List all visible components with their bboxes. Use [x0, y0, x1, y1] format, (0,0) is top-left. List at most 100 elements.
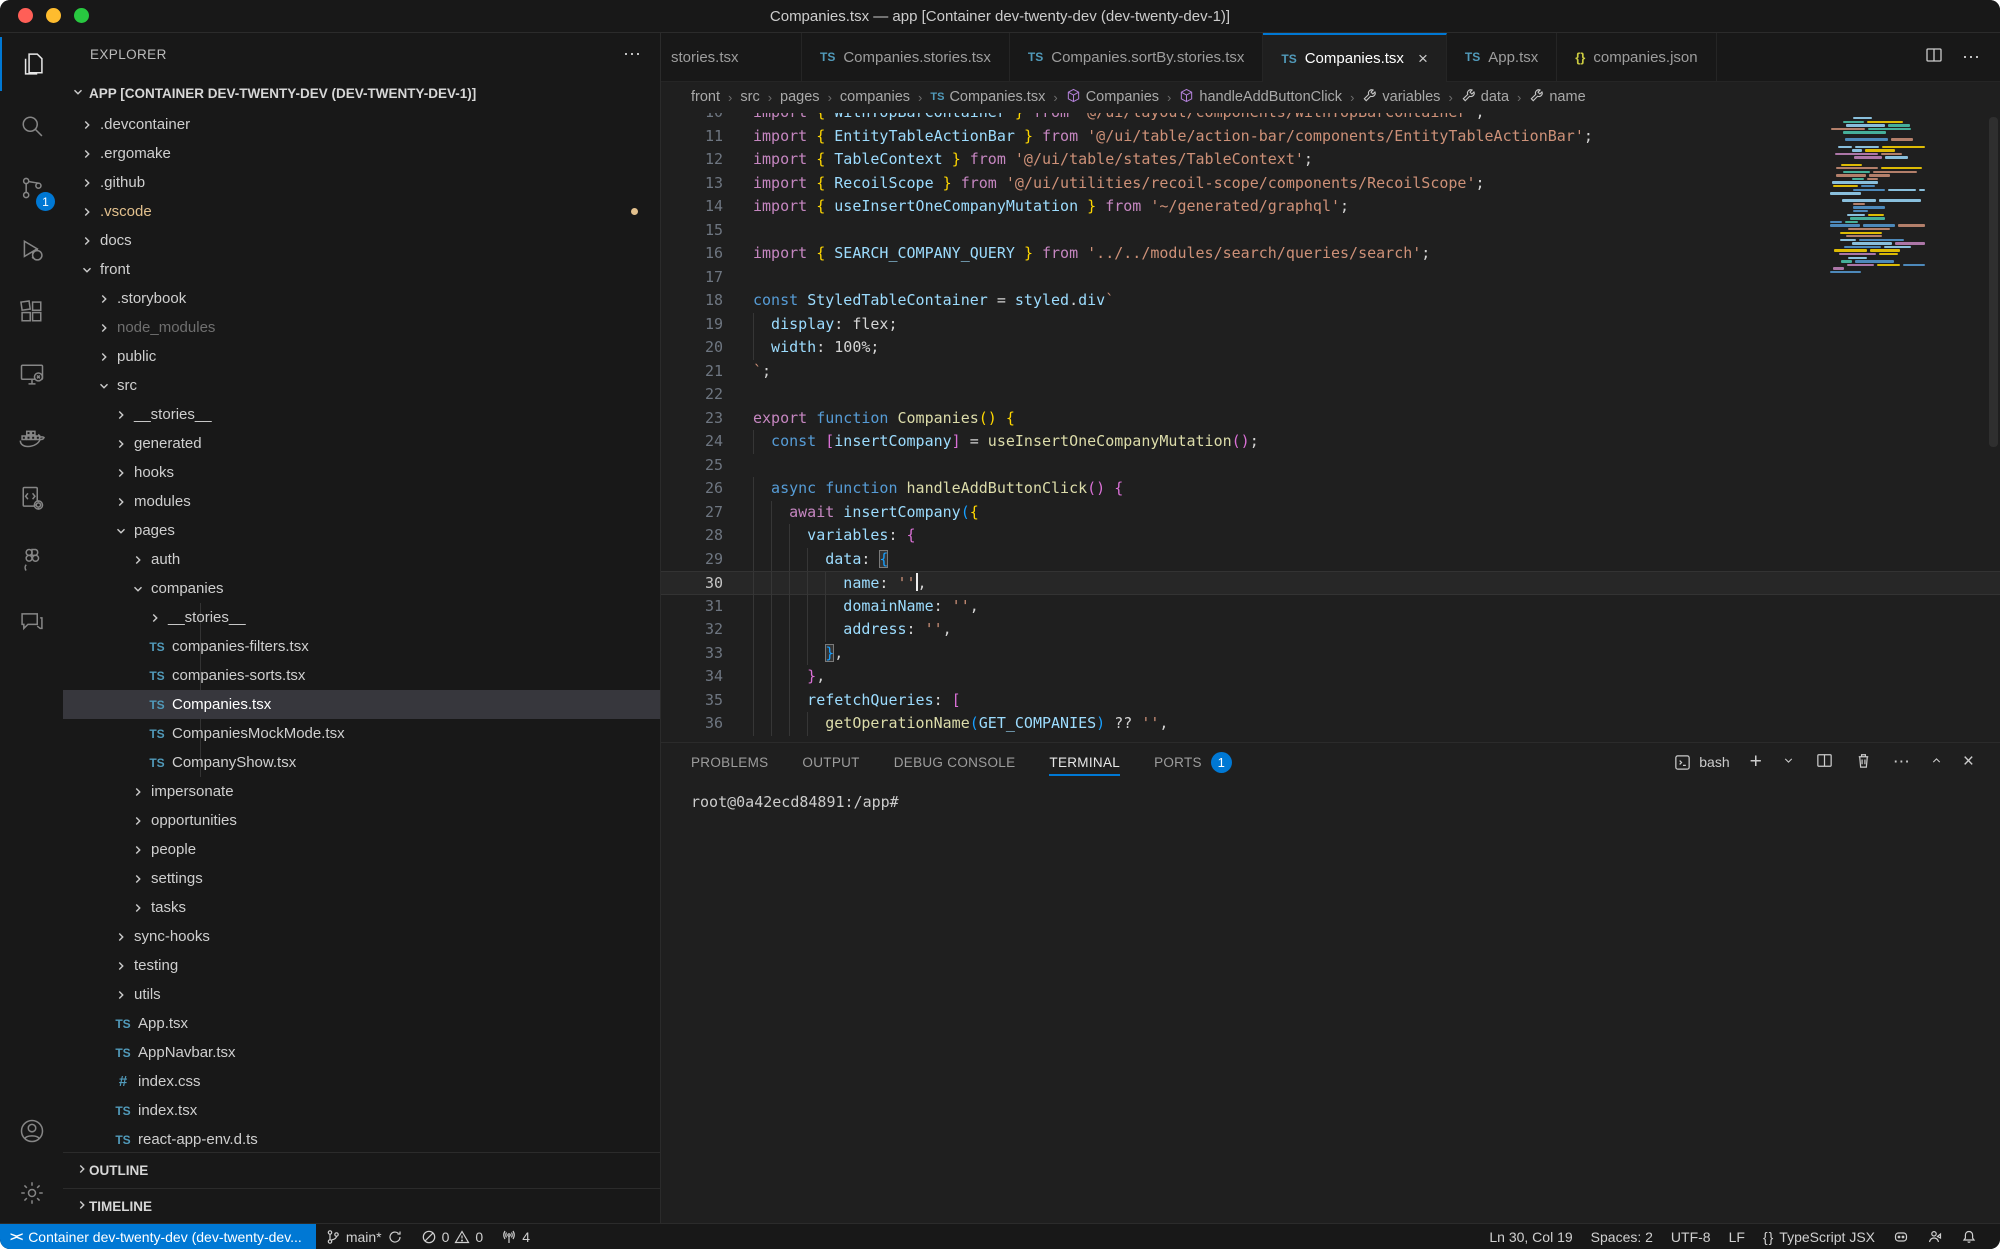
code-line-24[interactable]: 24const [insertCompany] = useInsertOneCo…: [661, 430, 2000, 454]
sidebar-item-ergomake[interactable]: .ergomake: [63, 139, 660, 168]
notifications-bell-icon[interactable]: [1952, 1229, 1986, 1245]
sidebar-item-tasks[interactable]: tasks: [63, 893, 660, 922]
code-line-30[interactable]: 30name: '',: [661, 571, 2000, 595]
activity-explorer-icon[interactable]: [0, 33, 63, 95]
code-line-18[interactable]: 18const StyledTableContainer = styled.di…: [661, 289, 2000, 313]
sidebar-item-index-css[interactable]: #index.css: [63, 1067, 660, 1096]
code-editor[interactable]: 10import { WithTopBarContainer } from '@…: [661, 113, 2000, 743]
title-bar[interactable]: Companies.tsx — app [Container dev-twent…: [0, 0, 2000, 33]
sidebar-item-companies[interactable]: companies: [63, 574, 660, 603]
split-terminal-icon[interactable]: [1815, 751, 1834, 773]
sidebar-item-companiesmockmode-tsx[interactable]: TSCompaniesMockMode.tsx: [63, 719, 660, 748]
sidebar-item-companies-filters-tsx[interactable]: TScompanies-filters.tsx: [63, 632, 660, 661]
breadcrumb-item-companies[interactable]: Companies: [1066, 88, 1159, 107]
activity-comments-icon[interactable]: [0, 591, 63, 653]
zoom-window-button[interactable]: [74, 8, 89, 23]
chevron-down-icon[interactable]: [1782, 754, 1795, 770]
sidebar-item-node-modules[interactable]: node_modules: [63, 313, 660, 342]
panel-more-icon[interactable]: ⋯: [1893, 752, 1910, 772]
activity-source-control-icon[interactable]: 1: [0, 157, 63, 219]
tab-companies-stories-tsx[interactable]: TSCompanies.stories.tsx: [802, 33, 1010, 81]
panel-tab-debug-console[interactable]: DEBUG CONSOLE: [894, 743, 1016, 781]
activity-account-icon[interactable]: [0, 1100, 63, 1162]
ports-status[interactable]: 4: [492, 1229, 539, 1245]
sidebar-item-opportunities[interactable]: opportunities: [63, 806, 660, 835]
code-line-12[interactable]: 12import { TableContext } from '@/ui/tab…: [661, 148, 2000, 172]
activity-api-client-icon[interactable]: [0, 467, 63, 529]
workspace-section-header[interactable]: APP [CONTAINER DEV-TWENTY-DEV (DEV-TWENT…: [63, 76, 660, 110]
code-line-14[interactable]: 14import { useInsertOneCompanyMutation }…: [661, 195, 2000, 219]
activity-docker-icon[interactable]: [0, 405, 63, 467]
tab-stories-tsx[interactable]: stories.tsx: [661, 33, 802, 81]
sidebar-item-people[interactable]: people: [63, 835, 660, 864]
sidebar-item-storybook[interactable]: .storybook: [63, 284, 660, 313]
maximize-panel-icon[interactable]: [1930, 754, 1943, 770]
breadcrumb-item-name[interactable]: name: [1529, 88, 1585, 107]
sidebar-item-utils[interactable]: utils: [63, 980, 660, 1009]
encoding[interactable]: UTF-8: [1662, 1229, 1720, 1245]
sidebar-item-companies-sorts-tsx[interactable]: TScompanies-sorts.tsx: [63, 661, 660, 690]
close-panel-icon[interactable]: ×: [1963, 751, 1974, 773]
panel-tab-ports[interactable]: PORTS1: [1154, 743, 1232, 781]
terminal-shell-label[interactable]: bash: [1673, 753, 1729, 772]
sidebar-item-devcontainer[interactable]: .devcontainer: [63, 110, 660, 139]
activity-figma-icon[interactable]: [0, 529, 63, 591]
sidebar-item-modules[interactable]: modules: [63, 487, 660, 516]
sidebar-item-hooks[interactable]: hooks: [63, 458, 660, 487]
copilot-icon[interactable]: [1884, 1229, 1918, 1245]
language-mode[interactable]: {} TypeScript JSX: [1754, 1229, 1884, 1245]
panel-tab-terminal[interactable]: TERMINAL: [1049, 743, 1120, 781]
explorer-more-icon[interactable]: ⋯: [623, 44, 642, 65]
minimize-window-button[interactable]: [46, 8, 61, 23]
activity-search-icon[interactable]: [0, 95, 63, 157]
code-line-16[interactable]: 16import { SEARCH_COMPANY_QUERY } from '…: [661, 242, 2000, 266]
sidebar-item-stories[interactable]: __stories__: [63, 400, 660, 429]
code-line-34[interactable]: 34},: [661, 665, 2000, 689]
code-line-29[interactable]: 29data: {: [661, 548, 2000, 572]
sidebar-item-front[interactable]: front: [63, 255, 660, 284]
breadcrumb-item-data[interactable]: data: [1461, 88, 1509, 107]
branch-status[interactable]: main*: [316, 1229, 412, 1245]
breadcrumb-item-companies-tsx[interactable]: TSCompanies.tsx: [930, 89, 1045, 105]
sidebar-item-generated[interactable]: generated: [63, 429, 660, 458]
sidebar-item-testing[interactable]: testing: [63, 951, 660, 980]
breadcrumb-item-variables[interactable]: variables: [1362, 88, 1440, 107]
breadcrumb-item-front[interactable]: front: [691, 89, 720, 105]
code-line-35[interactable]: 35refetchQueries: [: [661, 689, 2000, 713]
sidebar-item-app-tsx[interactable]: TSApp.tsx: [63, 1009, 660, 1038]
code-line-17[interactable]: 17: [661, 266, 2000, 290]
breadcrumb-item-pages[interactable]: pages: [780, 89, 820, 105]
code-line-23[interactable]: 23export function Companies() {: [661, 407, 2000, 431]
code-line-11[interactable]: 11import { EntityTableActionBar } from '…: [661, 125, 2000, 149]
panel-tab-output[interactable]: OUTPUT: [802, 743, 859, 781]
code-line-19[interactable]: 19display: flex;: [661, 313, 2000, 337]
activity-extensions-icon[interactable]: [0, 281, 63, 343]
panel-tab-problems[interactable]: PROBLEMS: [691, 743, 768, 781]
new-terminal-icon[interactable]: +: [1750, 750, 1762, 774]
sidebar-item-src[interactable]: src: [63, 371, 660, 400]
minimap[interactable]: [1830, 117, 1925, 274]
tab-companies-json[interactable]: {}companies.json: [1557, 33, 1716, 81]
cursor-position[interactable]: Ln 30, Col 19: [1480, 1229, 1581, 1245]
code-line-25[interactable]: 25: [661, 454, 2000, 478]
indentation[interactable]: Spaces: 2: [1582, 1229, 1662, 1245]
sidebar-item-stories[interactable]: __stories__: [63, 603, 660, 632]
code-line-15[interactable]: 15: [661, 219, 2000, 243]
sidebar-item-sync-hooks[interactable]: sync-hooks: [63, 922, 660, 951]
sidebar-item-companies-tsx[interactable]: TSCompanies.tsx: [63, 690, 660, 719]
tab-companies-sortby-stories-tsx[interactable]: TSCompanies.sortBy.stories.tsx: [1010, 33, 1263, 81]
sidebar-item-public[interactable]: public: [63, 342, 660, 371]
close-window-button[interactable]: [18, 8, 33, 23]
timeline-section-header[interactable]: TIMELINE: [63, 1188, 660, 1224]
code-line-27[interactable]: 27await insertCompany({: [661, 501, 2000, 525]
outline-section-header[interactable]: OUTLINE: [63, 1152, 660, 1188]
breadcrumb-item-companies[interactable]: companies: [840, 89, 910, 105]
sidebar-item-react-app-env-d-ts[interactable]: TSreact-app-env.d.ts: [63, 1125, 660, 1152]
eol-sequence[interactable]: LF: [1720, 1229, 1754, 1245]
code-line-32[interactable]: 32address: '',: [661, 618, 2000, 642]
sidebar-item-auth[interactable]: auth: [63, 545, 660, 574]
code-line-20[interactable]: 20width: 100%;: [661, 336, 2000, 360]
sidebar-item-companyshow-tsx[interactable]: TSCompanyShow.tsx: [63, 748, 660, 777]
sidebar-item-github[interactable]: .github: [63, 168, 660, 197]
code-line-26[interactable]: 26async function handleAddButtonClick() …: [661, 477, 2000, 501]
